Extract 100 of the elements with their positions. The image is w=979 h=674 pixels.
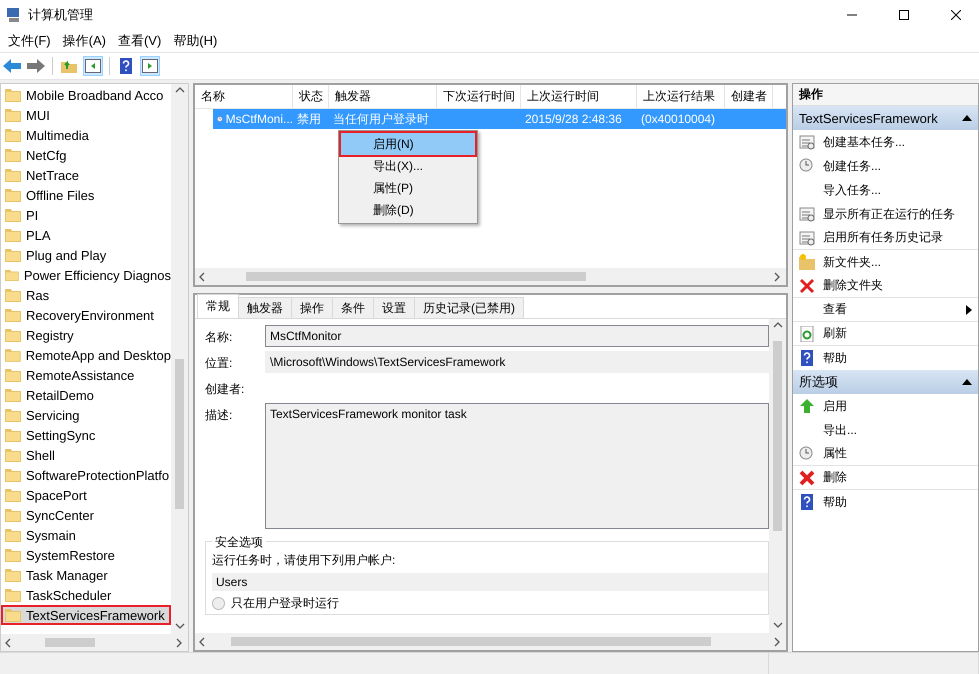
horizontal-scrollbar[interactable] (1, 634, 188, 651)
section-header[interactable]: 所选项 (793, 370, 978, 394)
running-tasks-icon (799, 206, 815, 222)
table-cell: (0x40010004) (641, 112, 716, 126)
action-item[interactable]: 导入任务... (793, 178, 978, 202)
clock-icon (799, 158, 813, 172)
tree-item[interactable]: NetTrace (1, 165, 171, 185)
forward-button[interactable] (26, 56, 46, 76)
action-item[interactable]: 查看 (793, 298, 978, 322)
column-header[interactable]: 下次运行时间 (437, 85, 521, 108)
action-item[interactable]: 导出... (793, 418, 978, 442)
action-item[interactable]: 创建任务... (793, 154, 978, 178)
collapse-icon[interactable] (962, 115, 972, 121)
folder-icon (5, 548, 21, 562)
action-item[interactable]: 显示所有正在运行的任务 (793, 202, 978, 226)
scroll-thumb[interactable] (230, 637, 710, 646)
tree-item[interactable]: SettingSync (1, 425, 171, 445)
folder-icon (5, 108, 21, 122)
user-account-field[interactable]: Users (212, 573, 768, 591)
tree-item[interactable]: Task Manager (1, 565, 171, 585)
action-item[interactable]: 帮助 (793, 490, 978, 514)
tree-item[interactable]: Sysmain (1, 525, 171, 545)
tree-item[interactable]: Shell (1, 445, 171, 465)
horizontal-scrollbar[interactable] (195, 633, 786, 650)
action-item[interactable]: 刷新 (793, 322, 978, 346)
tab[interactable]: 常规 (197, 294, 239, 318)
folder-icon (5, 528, 21, 542)
tab[interactable]: 历史记录(已禁用) (414, 297, 524, 318)
tab[interactable]: 条件 (332, 297, 374, 318)
scroll-thumb[interactable] (44, 638, 94, 647)
name-field[interactable]: MsCtfMonitor (265, 325, 769, 347)
menu-item[interactable]: 操作(A) (56, 32, 112, 50)
action-item[interactable]: 启用 (793, 394, 978, 418)
action-item[interactable]: 启用所有任务历史记录 (793, 226, 978, 250)
field-label: 名称: (205, 329, 234, 346)
show-action-pane-button[interactable] (140, 56, 160, 76)
tree-item[interactable]: SpacePort (1, 485, 171, 505)
action-item[interactable]: 帮助 (793, 346, 978, 370)
tab[interactable]: 操作 (291, 297, 333, 318)
pane-title: 操作 (793, 84, 978, 106)
context-menu-item[interactable]: 删除(D) (341, 199, 475, 221)
maximize-icon[interactable] (899, 10, 909, 20)
context-menu-item[interactable]: 属性(P) (341, 177, 475, 199)
collapse-icon[interactable] (962, 379, 972, 385)
tree-item[interactable]: RemoteAssistance (1, 365, 171, 385)
tree-item[interactable]: NetCfg (1, 145, 171, 165)
tree-item[interactable]: PLA (1, 225, 171, 245)
tree-item[interactable]: PI (1, 205, 171, 225)
column-header[interactable]: 创建者 (725, 85, 773, 108)
tree-item[interactable]: RetailDemo (1, 385, 171, 405)
folder-icon (5, 588, 21, 602)
vertical-scrollbar[interactable] (171, 84, 188, 634)
section-header[interactable]: TextServicesFramework (793, 106, 978, 130)
tree-item[interactable]: Registry (1, 325, 171, 345)
column-header[interactable]: 触发器 (329, 85, 437, 108)
context-menu-item[interactable]: 启用(N) (341, 133, 475, 155)
tree-item[interactable]: SyncCenter (1, 505, 171, 525)
action-item[interactable]: 属性 (793, 442, 978, 466)
menu-item[interactable]: 查看(V) (112, 32, 168, 50)
column-header[interactable]: 上次运行结果 (637, 85, 725, 108)
help-icon (118, 58, 134, 74)
tree-item[interactable]: RecoveryEnvironment (1, 305, 171, 325)
tree-item[interactable]: Servicing (1, 405, 171, 425)
menu-item[interactable]: 文件(F) (2, 32, 57, 50)
tree-item[interactable]: RemoteApp and Desktop (1, 345, 171, 365)
tree-item[interactable]: Mobile Broadband Acco (1, 85, 171, 105)
tree-item[interactable]: Plug and Play (1, 245, 171, 265)
tree-item[interactable]: SystemRestore (1, 545, 171, 565)
vertical-scrollbar[interactable] (769, 319, 786, 633)
scroll-thumb[interactable] (773, 341, 782, 531)
action-item[interactable]: 删除文件夹 (793, 274, 978, 298)
tree-item[interactable]: TaskScheduler (1, 585, 171, 605)
show-tree-button[interactable] (83, 56, 103, 76)
tree-item[interactable]: Multimedia (1, 125, 171, 145)
menu-item[interactable]: 帮助(H) (167, 32, 224, 50)
radio-option[interactable]: 只在用户登录时运行 (212, 595, 768, 612)
column-header[interactable]: 名称 (195, 85, 293, 108)
tree-item[interactable]: MUI (1, 105, 171, 125)
close-icon[interactable] (951, 10, 961, 20)
back-button[interactable] (2, 56, 22, 76)
tree-item[interactable]: SoftwareProtectionPlatfo (1, 465, 171, 485)
tree-item[interactable]: Ras (1, 285, 171, 305)
location-field[interactable]: \Microsoft\Windows\TextServicesFramework (265, 351, 769, 373)
action-item[interactable]: 创建基本任务... (793, 130, 978, 154)
scroll-thumb[interactable] (175, 359, 184, 509)
tree-item[interactable]: TextServicesFramework (1, 605, 171, 625)
column-header[interactable]: 上次运行时间 (521, 85, 637, 108)
action-item[interactable]: 新文件夹... (793, 250, 978, 274)
action-item[interactable]: 删除 (793, 466, 978, 490)
folder-icon (5, 428, 21, 442)
tree-item[interactable]: Power Efficiency Diagnos (1, 265, 171, 285)
context-menu-item[interactable]: 导出(X)... (341, 155, 475, 177)
tab[interactable]: 设置 (373, 297, 415, 318)
tree-item[interactable]: Offline Files (1, 185, 171, 205)
description-field[interactable]: TextServicesFramework monitor task (265, 403, 769, 529)
folder-icon (5, 148, 21, 162)
tab[interactable]: 触发器 (238, 297, 292, 318)
horizontal-scrollbar[interactable] (195, 268, 786, 285)
column-header[interactable]: 状态 (293, 85, 329, 108)
scroll-thumb[interactable] (246, 272, 586, 281)
